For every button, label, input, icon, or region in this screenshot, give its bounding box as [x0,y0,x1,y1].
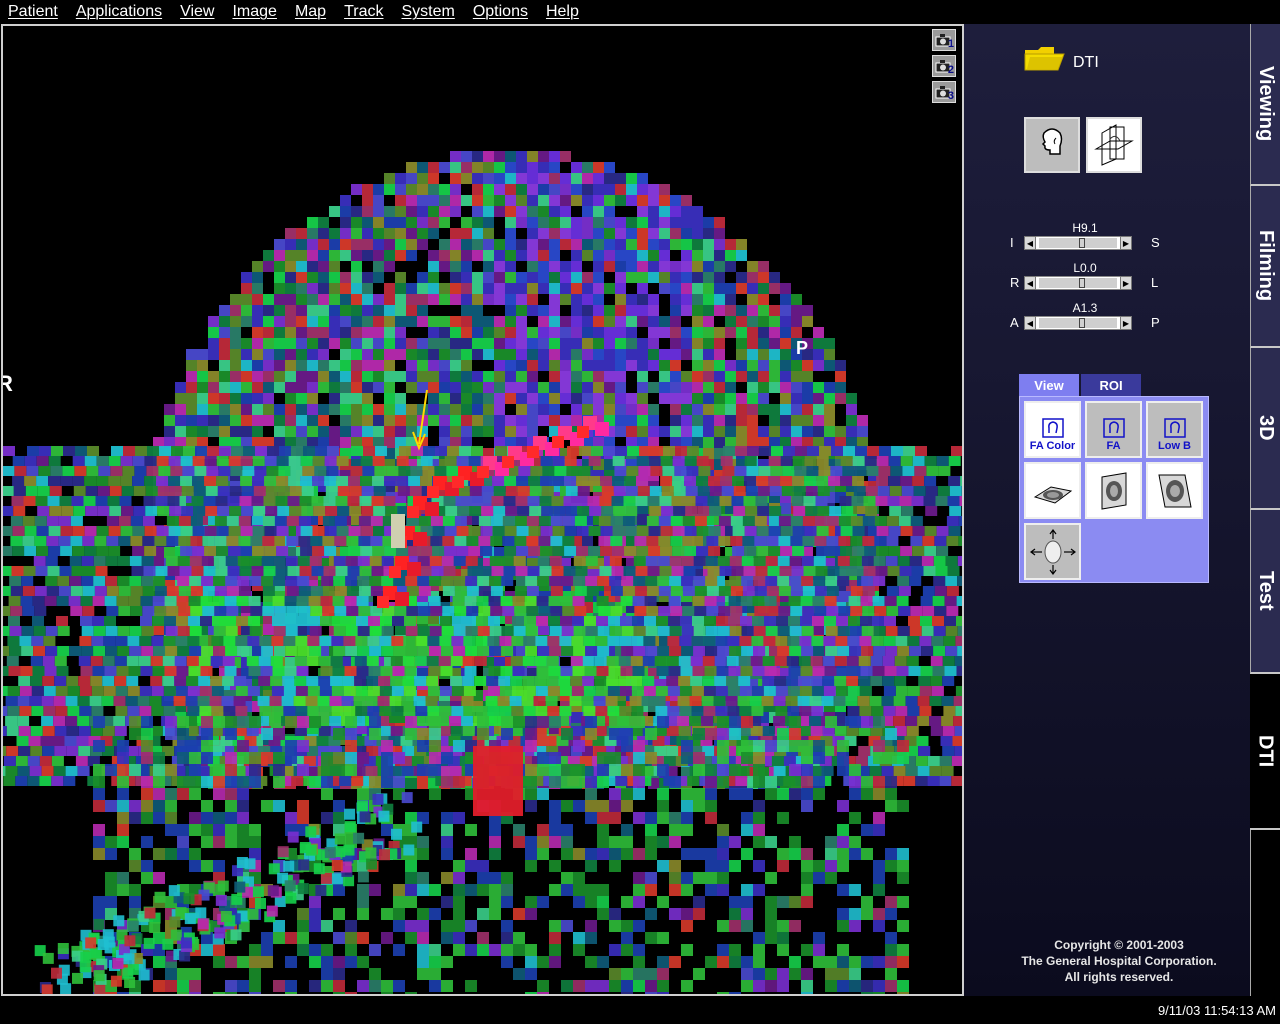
low-b-button[interactable]: Low B [1146,401,1203,458]
camera-2-button[interactable]: 2 [932,55,956,77]
copyright-notice: Copyright © 2001-2003 The General Hospit… [994,937,1244,985]
navigate-head-icon [1029,528,1076,575]
status-bar: 9/11/03 11:54:13 AM [0,996,1280,1024]
menu-patient[interactable]: Patient [8,3,58,21]
orthogonal-planes-button[interactable] [1086,117,1142,173]
tab-view[interactable]: View [1019,374,1079,396]
orientation-label-right: P [796,338,809,358]
side-tab-test[interactable]: Test [1250,510,1280,674]
menu-applications[interactable]: Applications [76,3,162,21]
camera-3-number: 3 [947,90,954,102]
slider-ap-value: A1.3 [1072,301,1098,315]
copyright-line-3: All rights reserved. [1064,970,1174,984]
slider-is-track[interactable]: ◀ ▶ [1024,236,1132,250]
camera-1-number: 1 [947,38,954,50]
fa-label: FA [1106,440,1121,452]
axial-slice-button[interactable] [1024,462,1081,519]
menu-options[interactable]: Options [473,3,528,21]
dti-3d-viewport[interactable]: R P 1 2 3 [1,24,964,996]
menu-bar: Patient Applications View Image Map Trac… [0,0,1280,24]
low-b-label: Low B [1158,440,1191,452]
side-tab-dti[interactable]: DTI [1250,674,1280,830]
panel-title: DTI [1073,54,1099,71]
coronal-slice-button[interactable] [1146,462,1203,519]
sagittal-slice-icon [1101,471,1126,510]
slider-is-left-label: I [1010,235,1014,250]
slider-rl-right-label: L [1151,275,1159,290]
slider-ap-left-label: A [1010,315,1019,330]
sagittal-slice-button[interactable] [1085,462,1142,519]
control-panel: DTI H9.1 I ◀ ▶ S L0.0 R ◀ ▶ L A1.3 A ◀ ▶… [964,24,1250,996]
side-tab-filming-label: Filming [1255,230,1277,302]
navigate-head-button[interactable] [1024,523,1081,580]
arrow-right-icon[interactable]: ▶ [1120,276,1132,290]
menu-track[interactable]: Track [344,3,383,21]
slider-is-thumb[interactable] [1079,238,1086,248]
head-outline-icon [1041,418,1064,438]
slider-ap-right-label: P [1151,315,1160,330]
fa-color-button[interactable]: FA Color [1024,401,1081,458]
menu-image[interactable]: Image [232,3,276,21]
voxel-rendering [3,151,962,994]
arrow-left-icon[interactable]: ◀ [1024,276,1036,290]
slider-rl-thumb[interactable] [1079,278,1086,288]
side-tab-3d[interactable]: 3D [1250,348,1280,510]
menu-view[interactable]: View [180,3,214,21]
folder-icon [1024,47,1065,71]
head-view-button[interactable] [1024,117,1080,173]
slider-is-right-label: S [1151,235,1160,250]
copyright-line-1: Copyright © 2001-2003 [1054,938,1184,952]
tab-roi[interactable]: ROI [1081,374,1141,396]
side-tab-test-label: Test [1255,571,1277,611]
arrow-left-icon[interactable]: ◀ [1024,236,1036,250]
side-tab-dti-label: DTI [1254,734,1277,768]
menu-map[interactable]: Map [295,3,326,21]
axial-slice-icon [1033,485,1072,504]
orthogonal-planes-icon [1094,124,1134,166]
copyright-line-2: The General Hospital Corporation. [1021,954,1217,968]
arrow-left-icon[interactable]: ◀ [1024,316,1036,330]
menu-help[interactable]: Help [546,3,579,21]
side-tab-viewing[interactable]: Viewing [1250,24,1280,186]
slider-rl-track[interactable]: ◀ ▶ [1024,276,1132,290]
slider-rl-left-label: R [1010,275,1020,290]
orientation-label-left: R [3,371,13,397]
head-outline-icon [1163,418,1186,438]
arrow-right-icon[interactable]: ▶ [1120,236,1132,250]
side-tab-filming[interactable]: Filming [1250,186,1280,348]
slider-rl-value: L0.0 [1073,261,1097,275]
camera-2-number: 2 [947,64,954,76]
view-tab-panel: FA Color FA Low B [1019,396,1209,583]
slider-is-value: H9.1 [1072,221,1098,235]
fa-button[interactable]: FA [1085,401,1142,458]
camera-1-button[interactable]: 1 [932,29,956,51]
slider-ap-thumb[interactable] [1079,318,1086,328]
side-tab-viewing-label: Viewing [1255,66,1277,142]
fa-color-label: FA Color [1029,440,1076,452]
head-outline-icon [1041,128,1063,155]
arrow-right-icon[interactable]: ▶ [1120,316,1132,330]
camera-3-button[interactable]: 3 [932,81,956,103]
menu-system[interactable]: System [401,3,454,21]
head-outline-icon [1102,418,1125,438]
side-tab-empty [1250,830,1280,996]
status-datetime: 9/11/03 11:54:13 AM [1157,1003,1276,1018]
slider-ap-track[interactable]: ◀ ▶ [1024,316,1132,330]
coronal-slice-icon [1157,474,1192,507]
side-tab-3d-label: 3D [1255,415,1277,441]
view-roi-tabbox: View ROI FA Color FA Low B [1019,374,1209,584]
